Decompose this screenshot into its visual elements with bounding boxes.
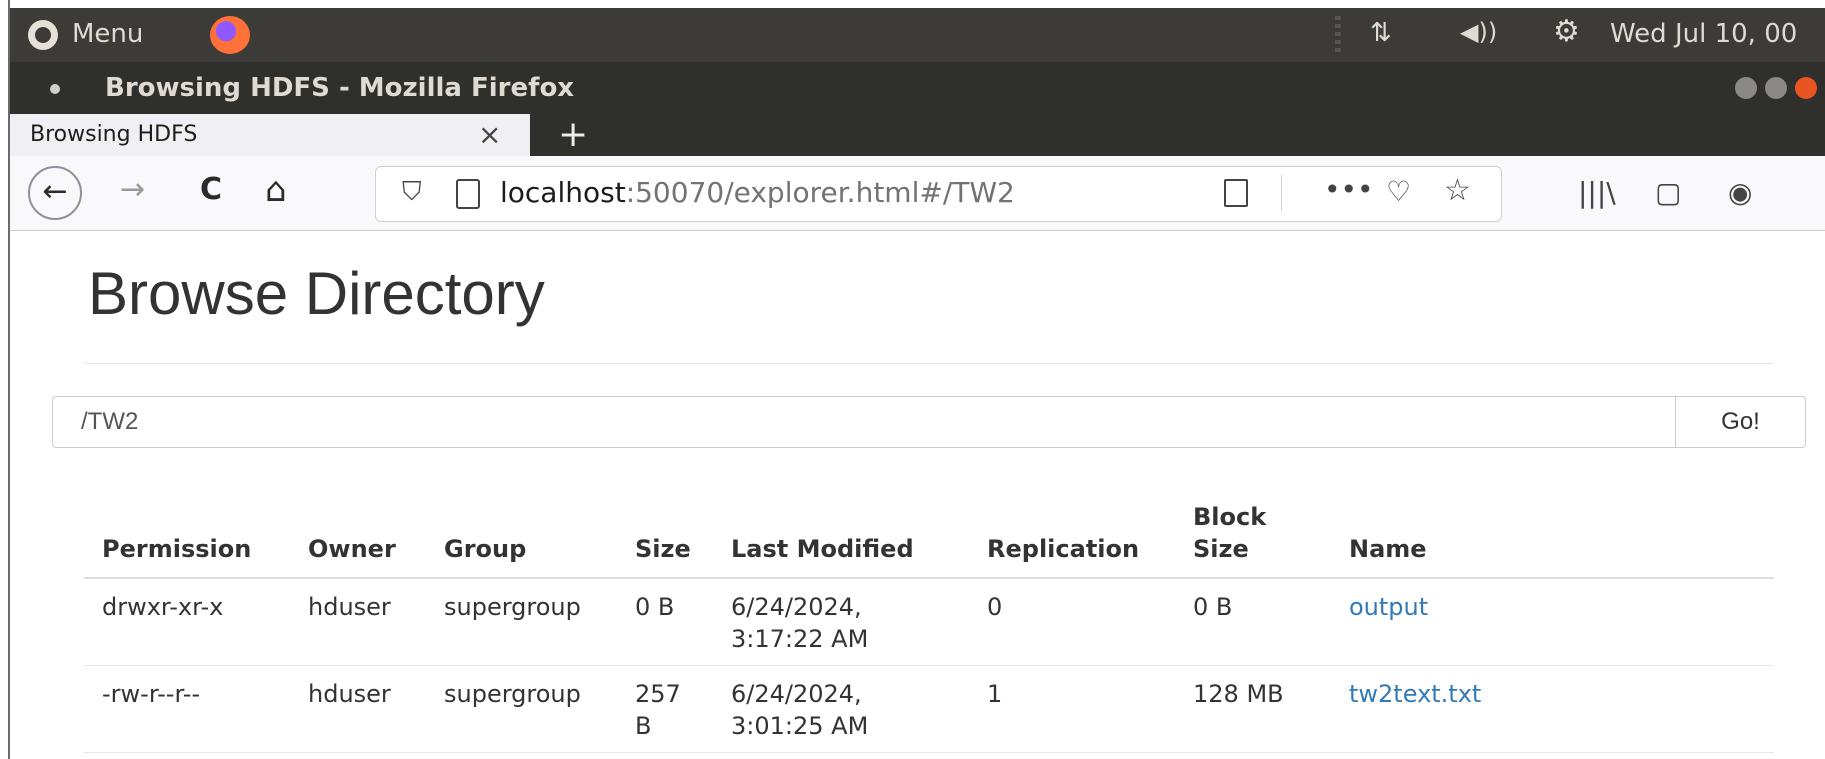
col-replication[interactable]: Replication xyxy=(969,501,1175,579)
home-button[interactable]: ⌂ xyxy=(265,170,287,210)
panel-clock[interactable]: Wed Jul 10, 00 xyxy=(1610,19,1797,49)
url-host: localhost xyxy=(500,176,626,209)
back-button[interactable]: ← xyxy=(28,166,82,220)
col-block-size[interactable]: Block Size xyxy=(1175,501,1331,579)
system-menu-button[interactable]: Menu xyxy=(72,19,143,49)
tab-label: Browsing HDFS xyxy=(30,122,198,147)
path-input-group: Go! xyxy=(52,396,1806,448)
col-last-modified[interactable]: Last Modified xyxy=(713,501,969,579)
col-size[interactable]: Size xyxy=(617,501,713,579)
cell-group: supergroup xyxy=(426,578,617,666)
new-tab-button[interactable]: + xyxy=(558,114,588,155)
url-text[interactable]: localhost:50070/explorer.html#/TW2 xyxy=(500,176,1015,209)
window-controls xyxy=(1735,77,1825,99)
tab-close-icon[interactable]: × xyxy=(478,118,501,151)
network-icon[interactable]: ⇅ xyxy=(1370,18,1392,48)
url-bar[interactable]: ⛉ localhost:50070/explorer.html#/TW2 •••… xyxy=(375,166,1502,222)
col-group[interactable]: Group xyxy=(426,501,617,579)
app-menu-icon[interactable]: ⋮ xyxy=(1816,176,1825,209)
tracking-protection-shield-icon[interactable]: ⛉ xyxy=(402,177,422,208)
cell-last-modified: 6/24/2024, 3:17:22 AM xyxy=(713,578,969,666)
col-name[interactable]: Name xyxy=(1331,501,1774,579)
directory-table: Permission Owner Group Size Last Modifie… xyxy=(84,501,1774,753)
page-info-icon[interactable] xyxy=(456,179,480,209)
minimize-button[interactable] xyxy=(1735,77,1757,99)
cell-last-modified: 6/24/2024, 3:01:25 AM xyxy=(713,665,969,753)
table-header-row: Permission Owner Group Size Last Modifie… xyxy=(84,501,1774,579)
go-button[interactable]: Go! xyxy=(1675,397,1805,447)
cell-size: 257 B xyxy=(617,665,713,753)
close-window-button[interactable] xyxy=(1795,77,1817,99)
window-title: Browsing HDFS - Mozilla Firefox xyxy=(105,73,575,103)
page-actions-more-icon[interactable]: ••• xyxy=(1324,173,1374,206)
col-permission[interactable]: Permission xyxy=(84,501,290,579)
page-title: Browse Directory xyxy=(88,260,545,327)
reload-button[interactable]: C xyxy=(200,172,222,207)
table-row: drwxr-xr-x hduser supergroup 0 B 6/24/20… xyxy=(84,578,1774,666)
cell-group: supergroup xyxy=(426,665,617,753)
tab-strip: Browsing HDFS × + xyxy=(10,114,1825,156)
heading-divider xyxy=(84,363,1774,364)
volume-icon[interactable]: ◀)) xyxy=(1460,18,1497,46)
url-path: :50070/explorer.html#/TW2 xyxy=(625,176,1015,209)
reader-view-icon[interactable] xyxy=(1224,179,1248,207)
cell-permission: -rw-r--r-- xyxy=(84,665,290,753)
page-content: Browse Directory Go! Permission Owner Gr… xyxy=(10,231,1825,759)
urlbar-divider xyxy=(1281,175,1282,211)
cell-permission: drwxr-xr-x xyxy=(84,578,290,666)
cell-name: output xyxy=(1331,578,1774,666)
window-titlebar[interactable]: Browsing HDFS - Mozilla Firefox xyxy=(10,62,1825,114)
sidebar-icon[interactable]: ▢ xyxy=(1655,176,1681,209)
account-icon[interactable]: ◉ xyxy=(1728,176,1752,209)
navigation-toolbar: ← → C ⌂ ⛉ localhost:50070/explorer.html#… xyxy=(10,156,1825,231)
cell-owner: hduser xyxy=(290,665,426,753)
cell-owner: hduser xyxy=(290,578,426,666)
library-icon[interactable]: |||\ xyxy=(1578,176,1616,209)
pocket-icon[interactable]: ♡ xyxy=(1386,175,1411,208)
panel-separator xyxy=(1335,16,1341,54)
ubuntu-logo-icon[interactable] xyxy=(28,20,58,50)
file-link-output[interactable]: output xyxy=(1349,593,1428,621)
system-top-panel: Menu ⇅ ◀)) ⚙ Wed Jul 10, 00 xyxy=(10,8,1825,62)
forward-button[interactable]: → xyxy=(120,172,145,207)
screen-border-top xyxy=(0,0,1825,8)
maximize-button[interactable] xyxy=(1765,77,1787,99)
cell-block-size: 128 MB xyxy=(1175,665,1331,753)
table-row: -rw-r--r-- hduser supergroup 257 B 6/24/… xyxy=(84,665,1774,753)
cell-block-size: 0 B xyxy=(1175,578,1331,666)
file-link-tw2text[interactable]: tw2text.txt xyxy=(1349,680,1481,708)
cell-size: 0 B xyxy=(617,578,713,666)
cell-replication: 0 xyxy=(969,578,1175,666)
col-owner[interactable]: Owner xyxy=(290,501,426,579)
cell-replication: 1 xyxy=(969,665,1175,753)
system-settings-icon[interactable]: ⚙ xyxy=(1553,14,1580,49)
firefox-launcher-icon[interactable] xyxy=(210,16,250,54)
tab-browsing-hdfs[interactable]: Browsing HDFS × xyxy=(10,114,530,156)
cell-name: tw2text.txt xyxy=(1331,665,1774,753)
bookmark-star-icon[interactable]: ☆ xyxy=(1444,173,1471,208)
window-menu-dot-icon[interactable] xyxy=(50,84,60,94)
directory-path-input[interactable] xyxy=(53,397,1675,447)
